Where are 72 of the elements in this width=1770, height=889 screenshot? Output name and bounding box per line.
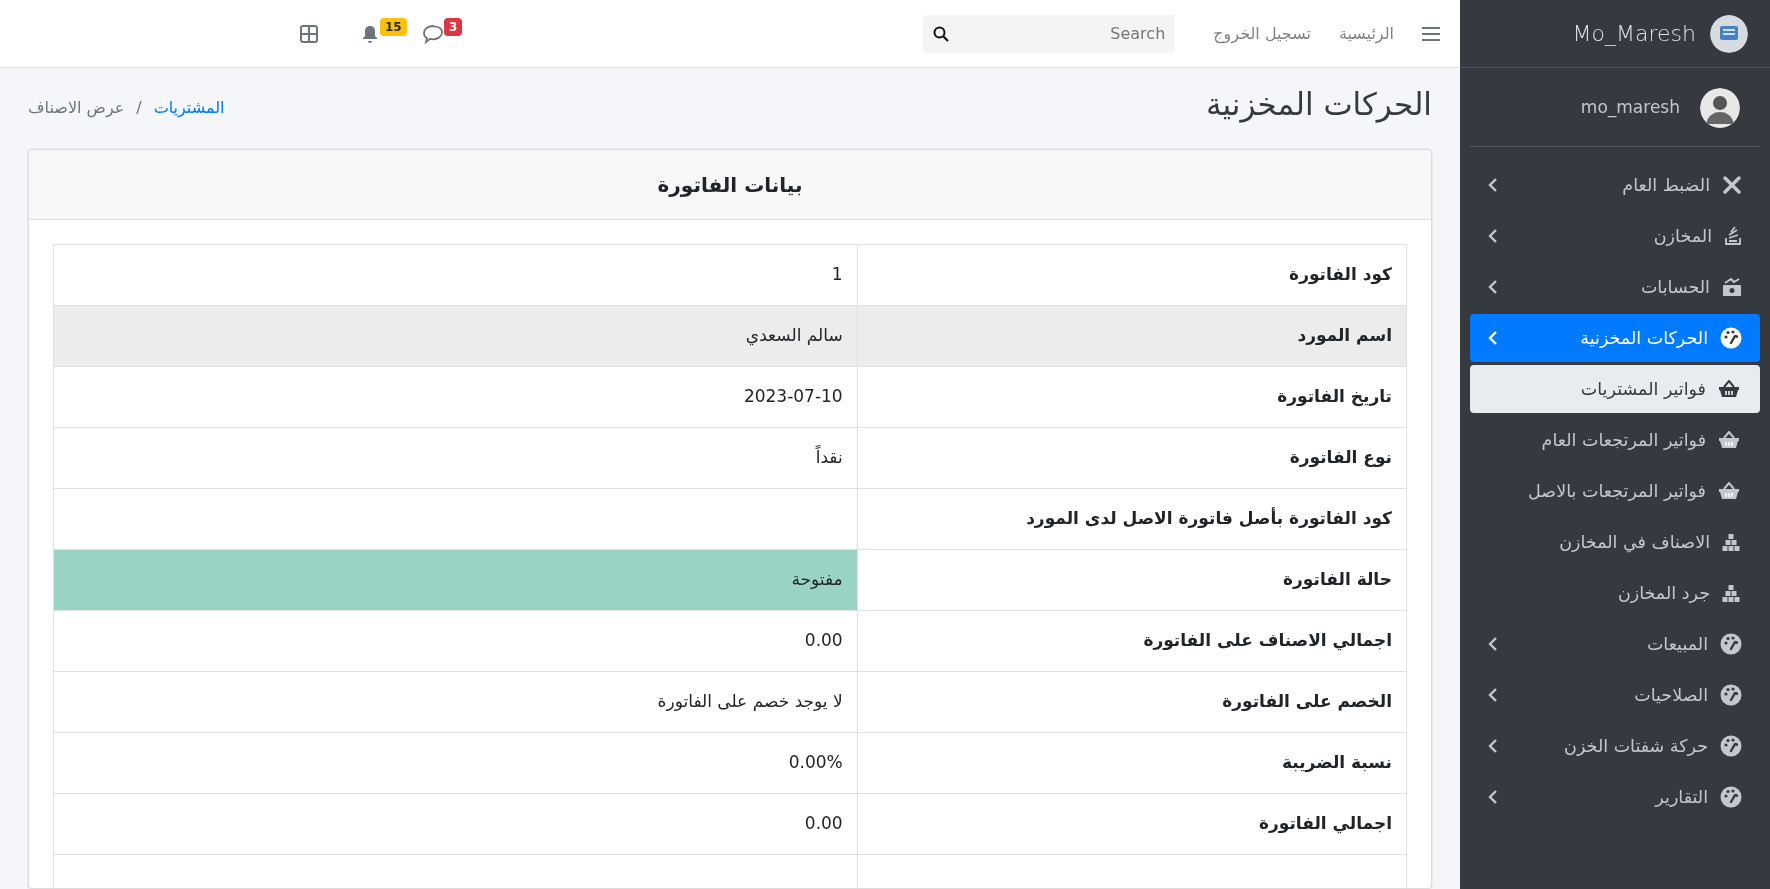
- card-title: بيانات الفاتورة: [29, 150, 1431, 221]
- chat-button[interactable]: [422, 23, 444, 44]
- search-input[interactable]: Search: [959, 14, 1176, 53]
- chevron-icon: [1488, 177, 1498, 193]
- field-label: نوع الفاتورة: [857, 427, 1407, 489]
- sidebar-item[interactable]: الحسابات: [1470, 263, 1760, 311]
- logo-avatar: [1710, 14, 1748, 53]
- count-badge: 3: [444, 17, 463, 36]
- gauge-icon: [1720, 786, 1742, 808]
- chevron-icon: [1488, 636, 1498, 652]
- field-value: نقداً: [53, 427, 858, 489]
- field-value: 0.00%: [53, 732, 858, 794]
- sidebar-item[interactable]: المبيعات: [1470, 620, 1760, 668]
- nav-link[interactable]: تسجيل الخروج: [1199, 21, 1325, 46]
- field-label: اجمالي الاصناف على الفاتورة: [857, 610, 1407, 672]
- chevron-icon: [1488, 228, 1498, 244]
- page-title: الحركات المخزنية: [1205, 86, 1432, 124]
- breadcrumb-link[interactable]: المشتريات: [153, 96, 225, 120]
- field-label: كود الفاتورة بأصل فاتورة الاصل لدى المورد: [857, 488, 1407, 550]
- count-badge: 15: [380, 17, 407, 36]
- chevron-icon: [1488, 687, 1498, 703]
- field-value: 1: [53, 244, 858, 306]
- search-button[interactable]: [923, 14, 960, 53]
- gauge-icon: [1720, 684, 1742, 706]
- chevron-icon: [1488, 330, 1498, 346]
- breadcrumb-separator: /: [136, 97, 142, 119]
- gauge-icon: [1720, 735, 1742, 757]
- gauge-icon: [1720, 327, 1742, 349]
- basket-icon: [1718, 431, 1740, 449]
- field-value: 0.00: [53, 793, 858, 855]
- sidebar-subitem[interactable]: فواتير المرتجعات العام: [1470, 416, 1760, 464]
- basket-icon: [1718, 482, 1740, 500]
- brand-name: Mo_Maresh: [1572, 20, 1696, 48]
- field-value: 2023-07-10: [53, 366, 858, 428]
- menu-icon[interactable]: [1422, 25, 1440, 42]
- sidebar-item[interactable]: الحركات المخزنية: [1470, 314, 1760, 362]
- sidebar-item[interactable]: الضبط العام: [1470, 161, 1760, 209]
- field-label: اسم المورد: [857, 305, 1407, 367]
- breadcrumb-current: عرض الاصناف: [28, 97, 125, 120]
- field-label: حالة الفاتورة: [857, 549, 1407, 611]
- user-avatar: [1700, 88, 1740, 128]
- chevron-icon: [1488, 279, 1498, 295]
- sidebar-item[interactable]: المخازن: [1470, 212, 1760, 260]
- field-label: اجمالي الفاتورة: [857, 793, 1407, 855]
- basket-icon: [1718, 380, 1740, 398]
- stack-icon: [1724, 226, 1742, 246]
- cubes-icon: [1722, 584, 1740, 602]
- chevron-icon: [1488, 738, 1498, 754]
- field-label: كود الفاتورة: [857, 244, 1407, 306]
- field-value: سالم السعدي: [53, 305, 858, 367]
- user-name[interactable]: mo_maresh: [1580, 95, 1680, 121]
- field-label: الخصم على الفاتورة: [857, 671, 1407, 733]
- nav-link[interactable]: الرئيسية: [1324, 21, 1408, 46]
- field-label: تاريخ الفاتورة: [857, 366, 1407, 428]
- sidebar-subitem[interactable]: الاصناف في المخازن: [1470, 518, 1760, 566]
- field-value: مفتوحة: [53, 549, 858, 611]
- sidebar-subitem[interactable]: فواتير المشتريات: [1470, 365, 1760, 413]
- notifications-button[interactable]: [360, 23, 380, 44]
- field-label: نسبة الضريبة: [857, 732, 1407, 794]
- field-value: 0.00: [53, 610, 858, 672]
- sidebar-item[interactable]: حركة شفتات الخزن: [1470, 722, 1760, 770]
- grid-button[interactable]: [300, 24, 318, 43]
- search-icon: [933, 25, 950, 42]
- cubes-icon: [1722, 533, 1740, 551]
- gauge-icon: [1720, 633, 1742, 655]
- sidebar-subitem[interactable]: فواتير المرتجعات بالاصل: [1470, 467, 1760, 515]
- sidebar-subitem[interactable]: جرد المخازن: [1470, 569, 1760, 617]
- field-value: لا يوجد خصم على الفاتورة: [53, 671, 858, 733]
- money-icon: [1722, 277, 1742, 297]
- sidebar-item[interactable]: التقارير: [1470, 773, 1760, 821]
- chevron-icon: [1488, 789, 1498, 805]
- sidebar-item[interactable]: الصلاحيات: [1470, 671, 1760, 719]
